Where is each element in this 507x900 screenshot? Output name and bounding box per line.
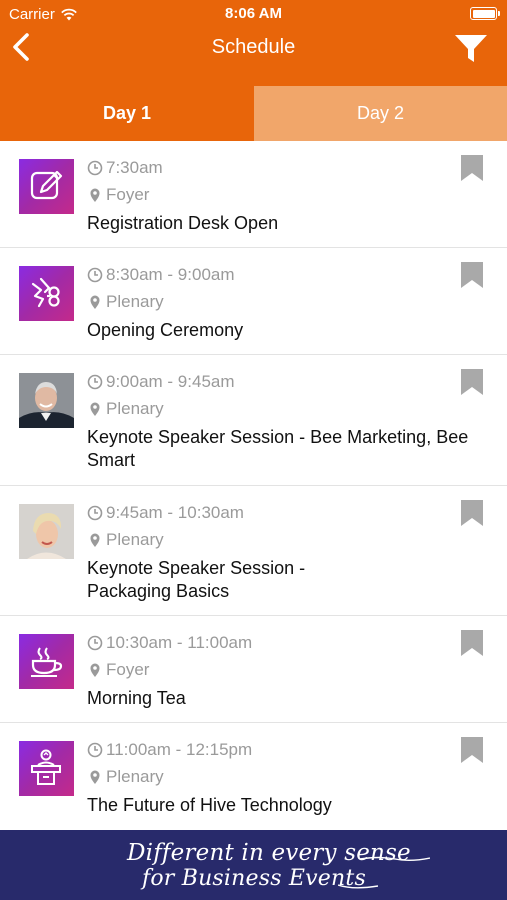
session-row[interactable]: 9:45am - 10:30am Plenary Keynote Speaker… (0, 486, 507, 616)
swash-decoration (360, 856, 430, 861)
session-title: Keynote Speaker Session - Packaging Basi… (87, 558, 306, 601)
session-time-text: 8:30am - 9:00am (106, 265, 235, 284)
session-time-text: 7:30am (106, 158, 163, 177)
coffee-cup-icon (19, 634, 74, 689)
tab-day-2[interactable]: Day 2 (254, 86, 507, 141)
location-pin-icon (90, 295, 100, 309)
session-time-text: 9:45am - 10:30am (106, 503, 244, 522)
clock-icon (87, 160, 103, 176)
session-location: Foyer (87, 660, 149, 680)
app-header: Carrier 8:06 AM Schedule (0, 0, 507, 86)
session-location: Plenary (87, 767, 164, 787)
promo-banner[interactable]: Different in every sense for Business Ev… (0, 830, 507, 900)
session-location-text: Foyer (106, 185, 150, 204)
session-time: 9:00am - 9:45am (87, 372, 235, 392)
session-location: Plenary (87, 530, 164, 550)
session-title: Opening Ceremony (87, 320, 244, 340)
location-pin-icon (90, 533, 100, 547)
clock-icon (87, 505, 103, 521)
clock-icon (87, 635, 103, 651)
session-row[interactable]: 10:30am - 11:00am Foyer Morning Tea (0, 616, 507, 723)
bookmark-icon[interactable] (461, 262, 483, 288)
session-time: 10:30am - 11:00am (87, 633, 252, 653)
speaker-photo-female (19, 504, 74, 559)
swash-decoration (338, 884, 378, 889)
session-location-text: Foyer (106, 660, 150, 679)
clock-icon (87, 742, 103, 758)
status-time: 8:06 AM (225, 5, 282, 22)
status-bar: Carrier 8:06 AM (0, 0, 507, 28)
session-time: 8:30am - 9:00am (87, 265, 235, 285)
filter-icon[interactable] (453, 32, 489, 64)
day-tabs: Day 1 Day 2 (0, 86, 507, 141)
session-row[interactable]: 7:30am Foyer Registration Desk Open (0, 141, 507, 248)
bookmark-icon[interactable] (461, 737, 483, 763)
session-time: 7:30am (87, 158, 163, 178)
tab-day-1[interactable]: Day 1 (0, 86, 254, 141)
edit-icon (19, 159, 74, 214)
bookmark-icon[interactable] (461, 630, 483, 656)
page-title: Schedule (211, 36, 296, 58)
ceremony-icon (19, 266, 74, 321)
session-location-text: Plenary (106, 767, 164, 786)
session-row[interactable]: 9:00am - 9:45am Plenary Keynote Speaker … (0, 355, 507, 486)
session-title: Keynote Speaker Session - Bee Marketing,… (87, 427, 469, 470)
session-title: Registration Desk Open (87, 213, 279, 233)
session-location-text: Plenary (106, 292, 164, 311)
bookmark-icon[interactable] (461, 500, 483, 526)
battery-icon (470, 7, 500, 20)
session-time-text: 10:30am - 11:00am (106, 633, 253, 652)
bookmark-icon[interactable] (461, 155, 483, 181)
session-location: Foyer (87, 185, 149, 205)
session-row[interactable]: 11:00am - 12:15pm Plenary The Future of … (0, 723, 507, 830)
location-pin-icon (90, 663, 100, 677)
schedule-list: 7:30am Foyer Registration Desk Open 8:30… (0, 141, 507, 830)
session-location: Plenary (87, 292, 164, 312)
session-location-text: Plenary (106, 530, 164, 549)
clock-icon (87, 267, 103, 283)
session-title: Morning Tea (87, 688, 186, 708)
location-pin-icon (90, 188, 100, 202)
location-pin-icon (90, 770, 100, 784)
clock-icon (87, 374, 103, 390)
banner-line-2: for Business Events (142, 866, 366, 891)
bookmark-icon[interactable] (461, 369, 483, 395)
session-time-text: 9:00am - 9:45am (106, 372, 235, 391)
session-row[interactable]: 8:30am - 9:00am Plenary Opening Ceremony (0, 248, 507, 355)
location-pin-icon (90, 402, 100, 416)
session-time: 11:00am - 12:15pm (87, 740, 252, 760)
session-time-text: 11:00am - 12:15pm (106, 740, 253, 759)
podium-icon (19, 741, 74, 796)
session-title: The Future of Hive Technology (87, 795, 332, 815)
session-location-text: Plenary (106, 399, 164, 418)
session-location: Plenary (87, 399, 164, 419)
speaker-photo-male (19, 373, 74, 428)
nav-bar: Schedule (0, 28, 507, 68)
session-time: 9:45am - 10:30am (87, 503, 244, 523)
